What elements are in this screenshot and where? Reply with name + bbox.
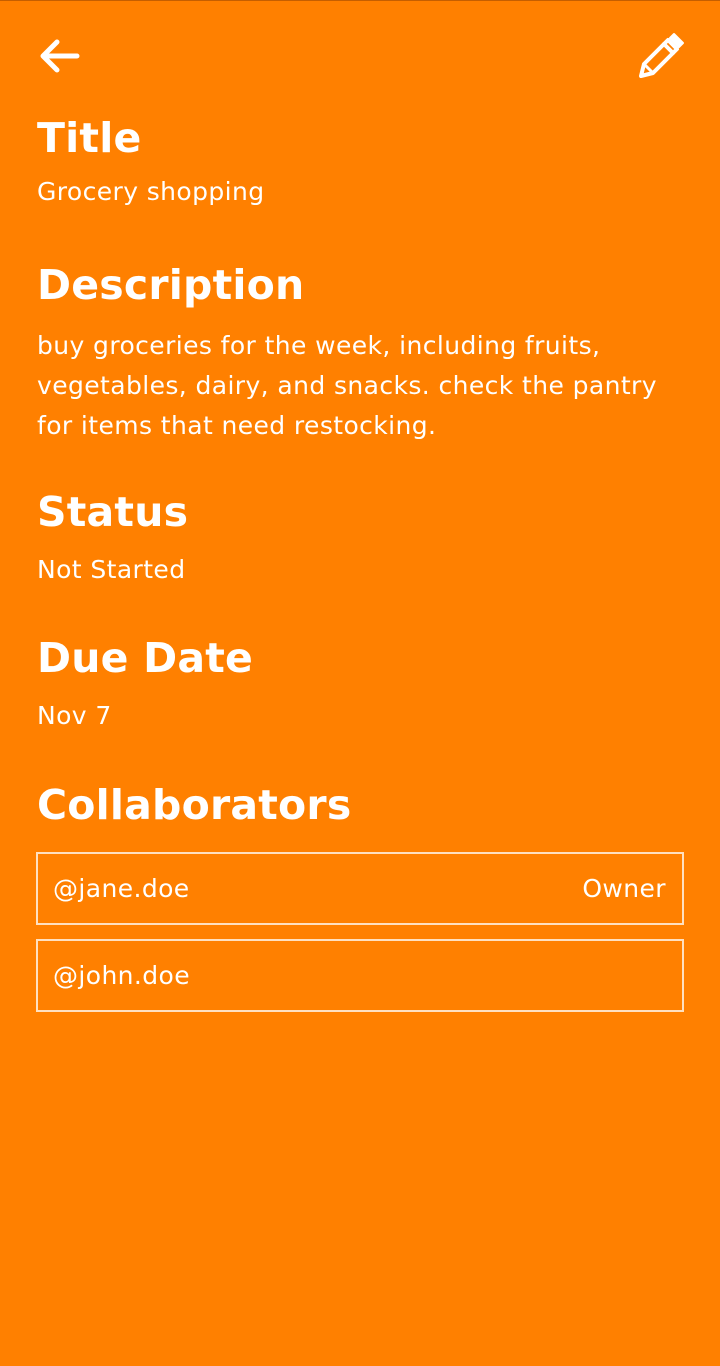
collaborator-list: @jane.doe Owner @john.doe (36, 852, 684, 1026)
arrow-left-icon (40, 39, 80, 73)
title-value: Grocery shopping (37, 177, 265, 206)
collaborator-handle: @jane.doe (53, 874, 190, 903)
edit-button[interactable] (630, 27, 690, 87)
status-heading: Status (37, 488, 189, 536)
description-heading: Description (37, 261, 305, 309)
pencil-icon (639, 33, 684, 78)
title-heading: Title (37, 114, 142, 162)
due-date-heading: Due Date (37, 634, 254, 682)
status-section: Status Not Started (37, 486, 683, 590)
top-divider (0, 0, 720, 1)
collaborator-handle: @john.doe (53, 961, 191, 990)
description-value: buy groceries for the week, including fr… (37, 331, 657, 440)
collaborator-item[interactable]: @jane.doe Owner (36, 852, 684, 925)
description-section: Description buy groceries for the week, … (37, 259, 683, 446)
status-value: Not Started (37, 555, 186, 584)
collaborators-section: Collaborators (37, 779, 683, 831)
collaborator-role: Owner (582, 874, 666, 903)
collaborators-heading: Collaborators (37, 781, 352, 829)
collaborator-item[interactable]: @john.doe (36, 939, 684, 1012)
task-detail-screen: Title Grocery shopping Description buy g… (0, 0, 720, 1366)
due-date-value: Nov 7 (37, 701, 112, 730)
title-section: Title Grocery shopping (37, 112, 683, 212)
due-date-section: Due Date Nov 7 (37, 632, 683, 736)
back-button[interactable] (30, 28, 86, 84)
